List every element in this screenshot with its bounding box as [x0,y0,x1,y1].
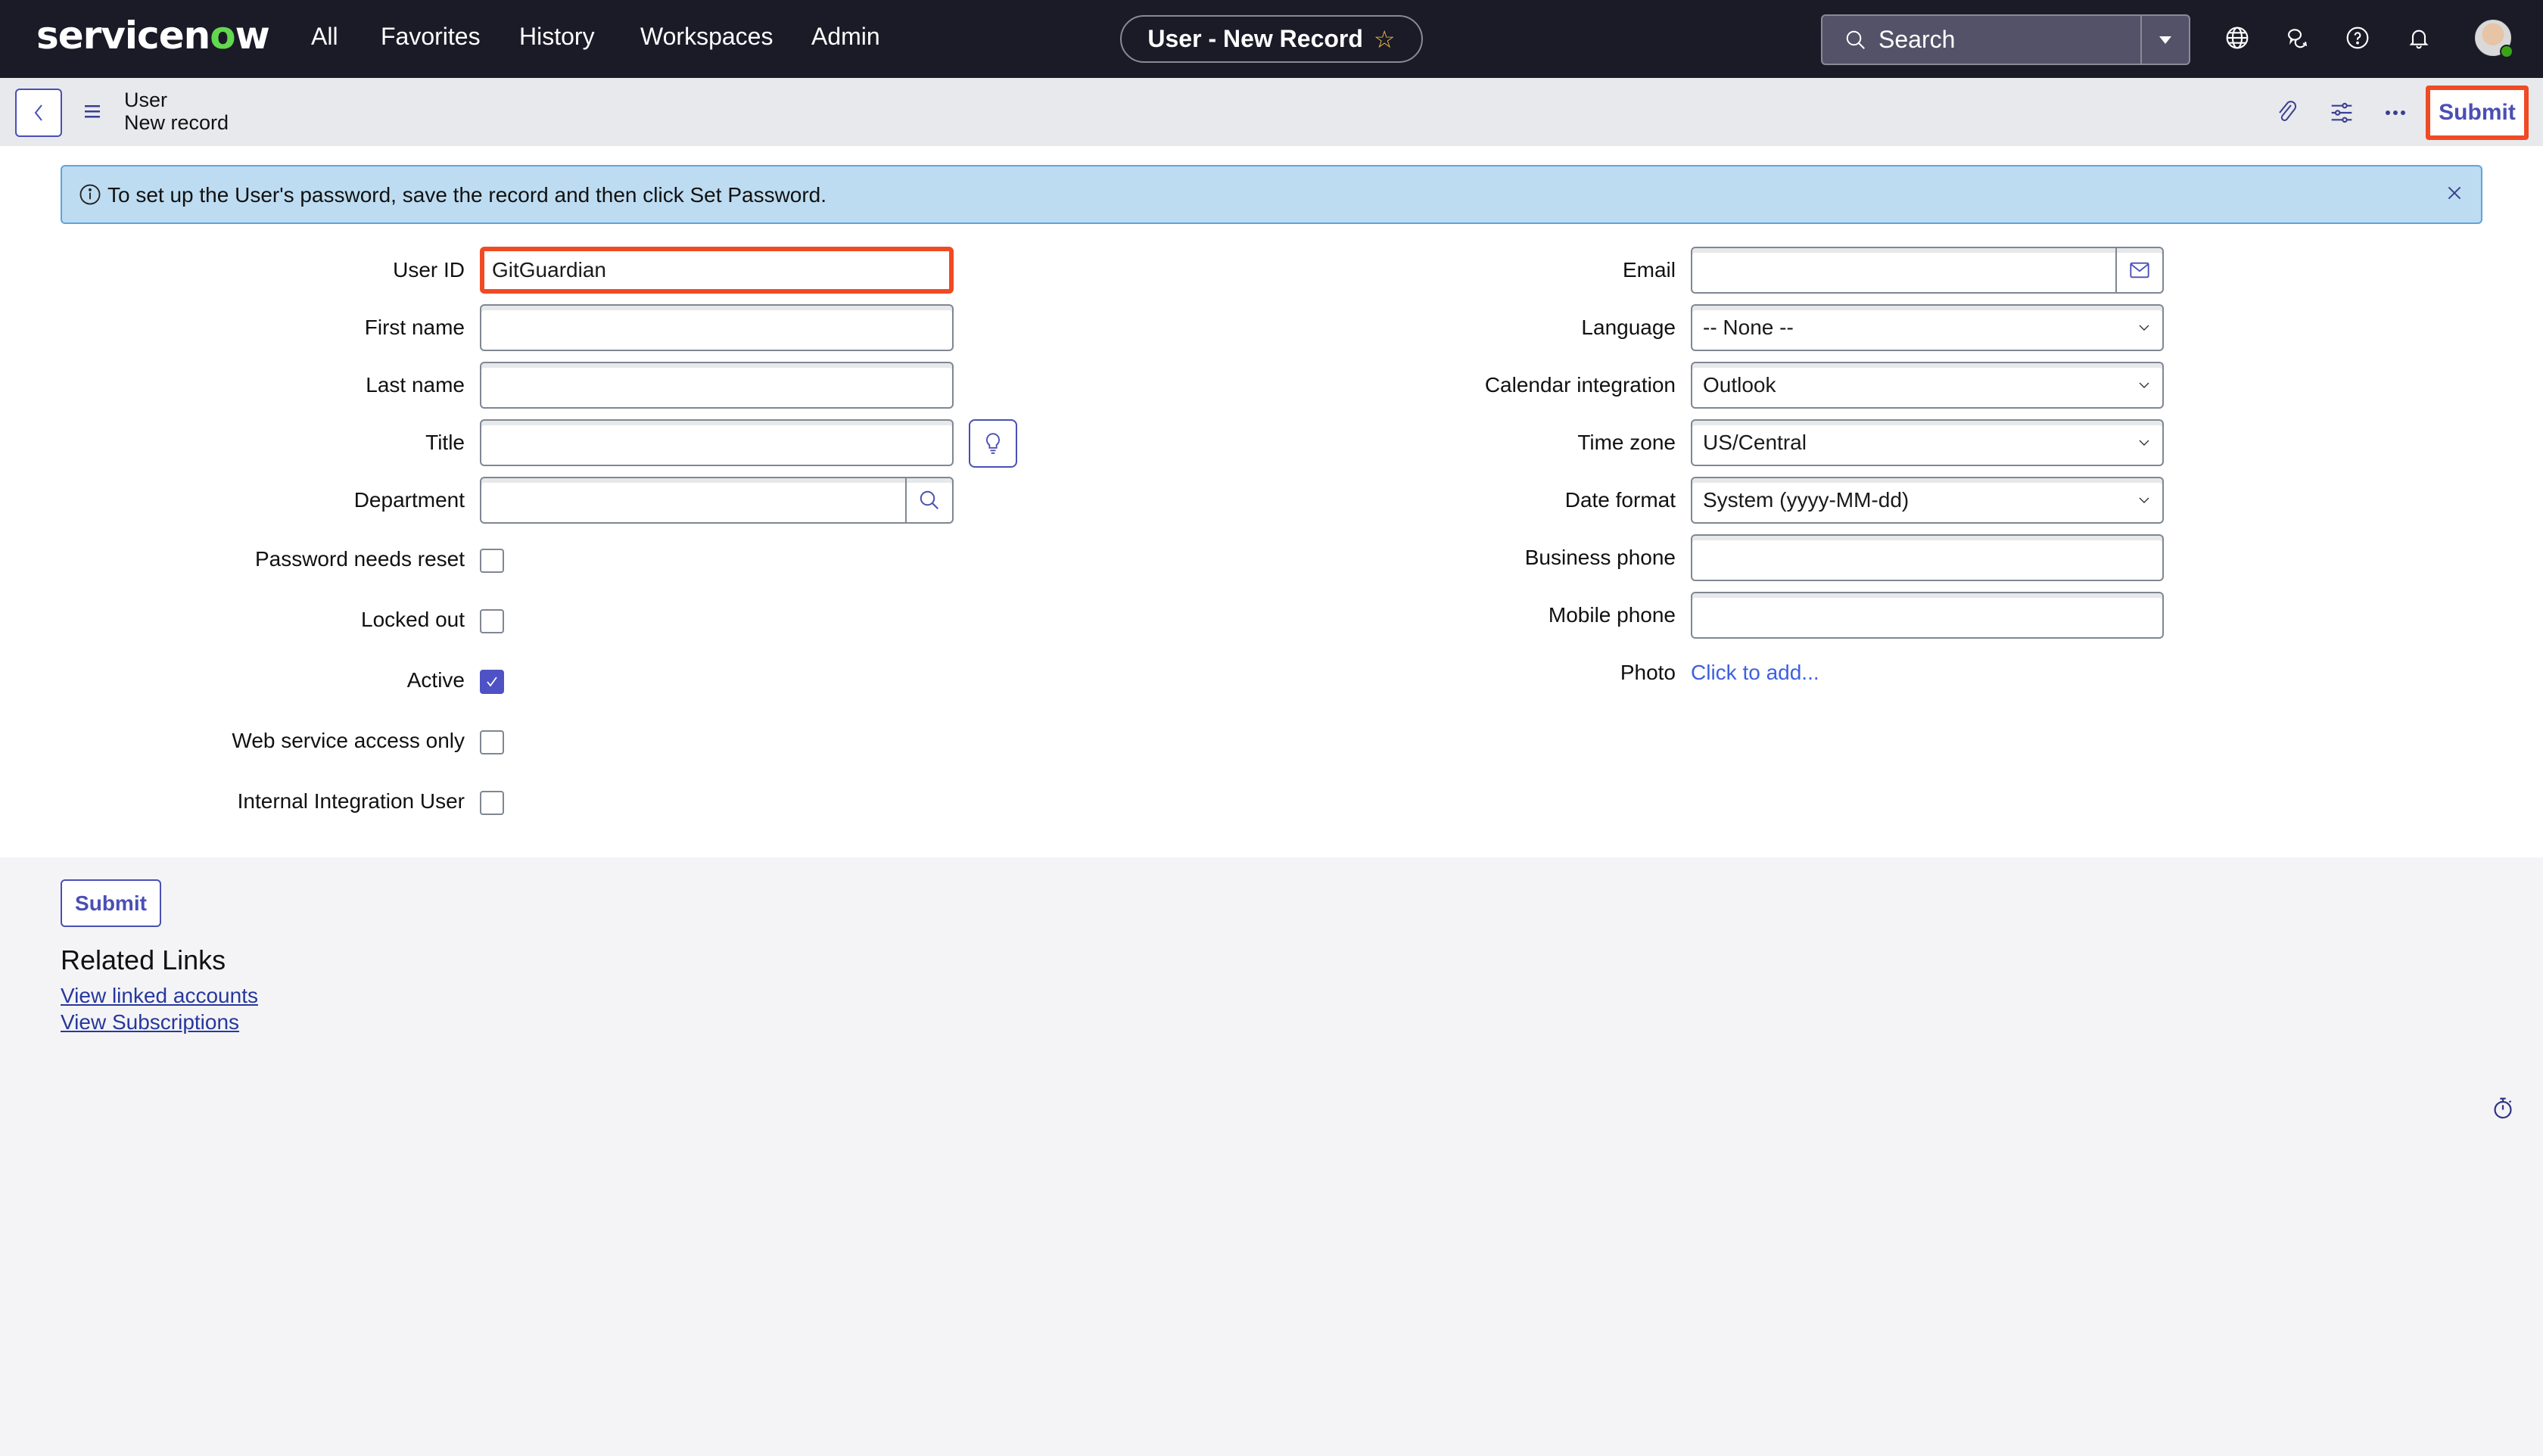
last-name-label: Last name [366,373,465,397]
submit-button-footer[interactable]: Submit [61,879,161,927]
view-linked-accounts-link[interactable]: View linked accounts [61,984,258,1008]
user-avatar[interactable] [2475,20,2513,58]
business-phone-label: Business phone [1524,546,1676,569]
breadcrumb-record: New record [124,111,229,134]
web-service-checkbox[interactable] [480,730,504,754]
record-title: User - New Record [1147,25,1363,52]
language-value: -- None -- [1703,316,1794,339]
time-zone-value: US/Central [1703,431,1807,454]
logo-o: o [210,14,235,58]
password-reset-checkbox[interactable] [480,549,504,573]
favorite-star-icon[interactable]: ☆ [1374,25,1396,54]
search-input[interactable]: Search [1878,26,2140,54]
nav-admin[interactable]: Admin [811,23,880,51]
form-header: User New record Submit [0,78,2543,146]
nav-workspaces[interactable]: Workspaces [640,23,773,51]
personalize-form-icon[interactable] [2325,96,2358,129]
stopwatch-icon[interactable] [2492,1096,2514,1124]
department-label: Department [353,488,465,512]
mobile-phone-label: Mobile phone [1548,603,1676,627]
submit-button-header[interactable]: Submit [2426,86,2529,140]
time-zone-label: Time zone [1577,431,1676,454]
language-select[interactable]: -- None -- [1691,304,2164,351]
globe-icon[interactable] [2222,23,2252,53]
nav-history[interactable]: History [519,23,595,51]
last-name-input[interactable] [480,362,954,409]
breadcrumb-table: User [124,89,168,111]
active-label: Active [406,668,465,692]
date-format-label: Date format [1564,488,1676,512]
calendar-integration-label: Calendar integration [1484,373,1676,397]
servicenow-logo[interactable]: servicenow [36,14,270,58]
first-name-label: First name [364,316,465,339]
top-navigation-bar: servicenow All Favorites History Workspa… [0,0,2543,78]
mobile-phone-input[interactable] [1691,592,2164,639]
title-label: Title [425,431,465,454]
locked-out-checkbox[interactable] [480,609,504,633]
email-input[interactable] [1691,247,2164,294]
password-reset-label: Password needs reset [254,547,465,571]
language-label: Language [1581,316,1676,339]
help-icon[interactable] [2342,23,2373,53]
add-photo-link[interactable]: Click to add... [1691,661,1819,685]
date-format-value: System (yyyy-MM-dd) [1703,488,1910,512]
related-links-heading: Related Links [61,944,226,975]
chevron-left-icon [34,104,42,121]
send-email-button[interactable] [2115,248,2162,292]
department-input[interactable] [480,477,954,524]
info-icon [79,183,101,210]
record-title-pill[interactable]: User - New Record ☆ [1120,15,1423,63]
user-id-input[interactable]: GitGuardian [480,247,954,294]
search-icon [920,490,938,509]
chat-icon[interactable] [2283,23,2313,53]
suggestion-button[interactable] [969,419,1017,468]
web-service-label: Web service access only [232,729,465,752]
info-banner: To set up the User's password, save the … [61,165,2482,224]
online-status-icon [2500,45,2513,58]
info-message: To set up the User's password, save the … [107,183,827,207]
close-icon[interactable] [2445,183,2464,207]
department-lookup-button[interactable] [905,478,952,522]
calendar-integration-select[interactable]: Outlook [1691,362,2164,409]
logo-text-end: w [235,14,270,58]
context-menu-icon[interactable] [83,102,103,124]
nav-favorites[interactable]: Favorites [381,23,481,51]
time-zone-select[interactable]: US/Central [1691,419,2164,466]
envelope-icon [2130,262,2149,278]
first-name-input[interactable] [480,304,954,351]
business-phone-input[interactable] [1691,534,2164,581]
checkmark-icon [487,677,497,687]
email-label: Email [1622,258,1676,282]
chevron-down-icon [2139,497,2149,503]
title-input[interactable] [480,419,954,466]
attachment-icon[interactable] [2271,96,2304,129]
calendar-integration-value: Outlook [1703,373,1776,397]
global-search[interactable]: Search [1821,14,2190,65]
nav-all[interactable]: All [311,23,338,51]
more-options-icon[interactable] [2379,96,2412,129]
active-checkbox[interactable] [480,670,504,694]
locked-out-label: Locked out [361,608,465,631]
chevron-down-icon [2139,382,2149,388]
date-format-select[interactable]: System (yyyy-MM-dd) [1691,477,2164,524]
search-icon [1833,29,1878,51]
photo-label: Photo [1620,661,1676,684]
bell-icon[interactable] [2404,23,2434,53]
lightbulb-icon [986,433,1000,454]
logo-text: servicen [36,14,210,58]
internal-integration-checkbox[interactable] [480,791,504,815]
chevron-down-icon [2139,325,2149,331]
chevron-down-icon [2139,440,2149,446]
caret-down-icon [2159,36,2171,44]
back-button[interactable] [15,89,62,137]
internal-integration-label: Internal Integration User [237,789,465,813]
view-subscriptions-link[interactable]: View Subscriptions [61,1010,239,1034]
user-id-label: User ID [393,258,465,282]
search-scope-dropdown[interactable] [2140,16,2189,64]
